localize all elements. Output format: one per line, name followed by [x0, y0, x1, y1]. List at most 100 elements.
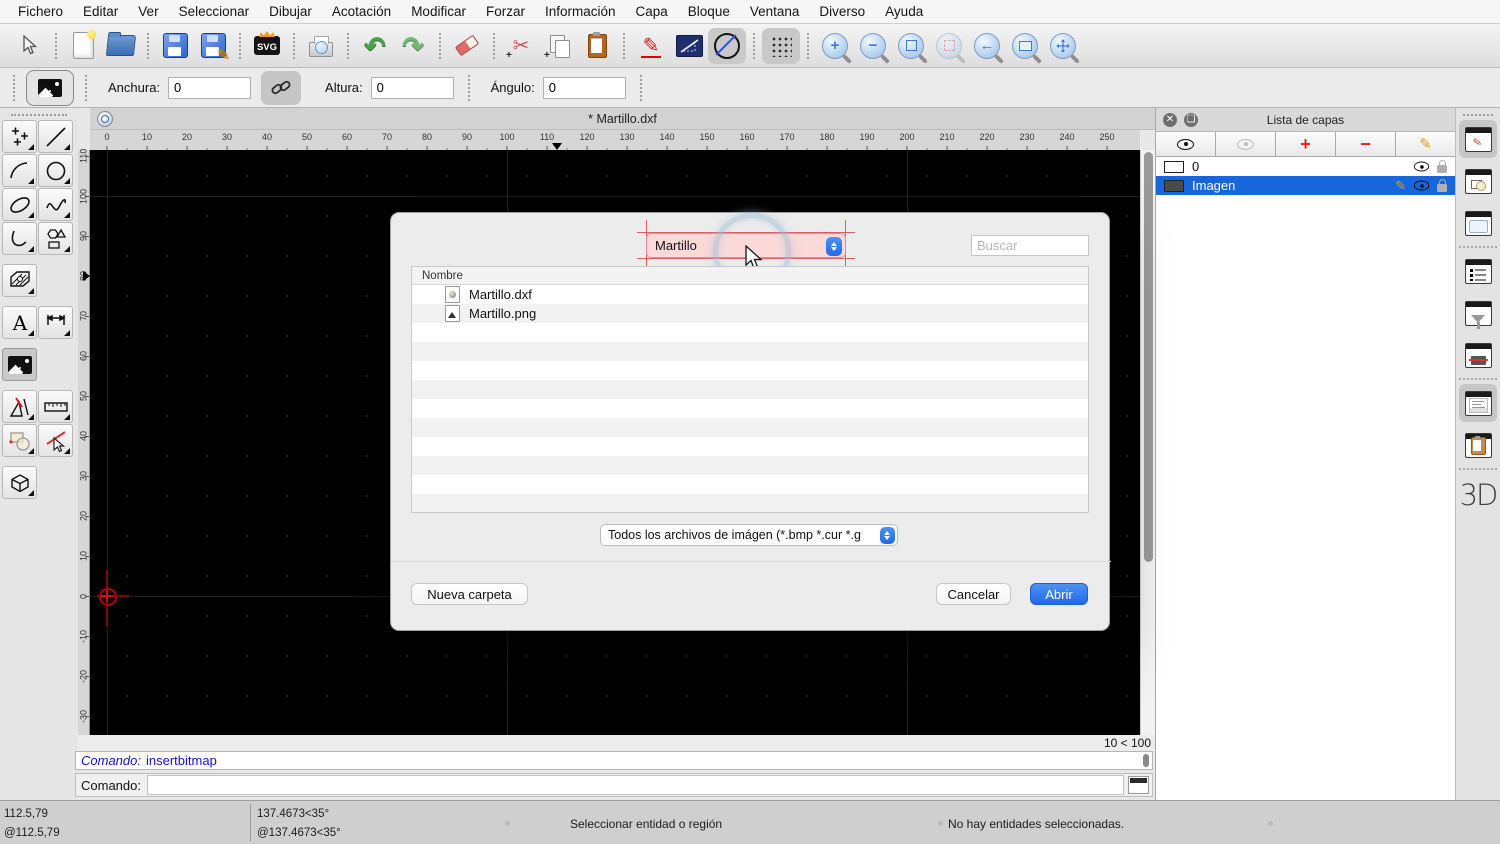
file-list[interactable]: Nombre Martillo.dxfMartillo.png — [411, 266, 1089, 513]
insert-image-tool-button[interactable] — [26, 70, 74, 106]
dock-library-browser-button[interactable] — [1459, 204, 1497, 242]
measure-tool-button[interactable] — [38, 390, 73, 423]
filter-stepper-icon[interactable] — [880, 527, 895, 544]
document-titlebar[interactable]: * Martillo.dxf — [90, 108, 1155, 130]
menu-item-seleccionar[interactable]: Seleccionar — [169, 4, 260, 19]
zoom-in-button[interactable]: + — [816, 28, 854, 64]
search-input[interactable] — [971, 235, 1089, 256]
combo-stepper-icon[interactable] — [826, 237, 842, 256]
layer-edit-icon[interactable]: ✎ — [1395, 178, 1406, 194]
spline-tool-button[interactable] — [38, 188, 73, 221]
undo-button[interactable]: ↶ — [356, 28, 394, 64]
polygon-tool-button[interactable] — [38, 222, 73, 255]
palette-handle[interactable] — [11, 114, 67, 116]
solid-3d-tool-button[interactable] — [2, 466, 37, 499]
layer-lock-icon[interactable] — [1437, 184, 1447, 192]
scale-button[interactable] — [670, 28, 708, 64]
select-cursor-button[interactable] — [10, 28, 48, 64]
menu-item-dibujar[interactable]: Dibujar — [259, 4, 322, 19]
redo-button[interactable]: ↷ — [394, 28, 432, 64]
menu-item-acotacion[interactable]: Acotación — [322, 4, 401, 19]
menu-item-fichero[interactable]: Fichero — [8, 4, 73, 19]
polyline-tool-button[interactable] — [2, 222, 37, 255]
command-history[interactable]: Comando: insertbitmap — [75, 751, 1153, 770]
altura-input[interactable] — [371, 77, 454, 99]
file-list-header[interactable]: Nombre — [412, 267, 1088, 285]
menu-item-capa[interactable]: Capa — [626, 4, 678, 19]
keep-aspect-ratio-button[interactable] — [261, 71, 301, 105]
export-svg-button[interactable]: SVG — [248, 28, 286, 64]
add-layer-button[interactable]: + — [1276, 132, 1336, 156]
hatch-tool-button[interactable] — [2, 264, 37, 297]
zoom-pan-button[interactable] — [1044, 28, 1082, 64]
circle-tool-button[interactable] — [38, 154, 73, 187]
cut-button[interactable]: ✂+ — [502, 28, 540, 64]
anchura-input[interactable] — [168, 77, 251, 99]
detach-command-window-icon[interactable] — [1128, 776, 1149, 794]
dock-layer-list-button[interactable]: ✎ — [1459, 120, 1497, 158]
save-as-button[interactable]: ✎ — [194, 28, 232, 64]
new-folder-button[interactable]: Nueva carpeta — [411, 583, 528, 605]
layer-visible-icon[interactable] — [1414, 162, 1429, 172]
file-row[interactable]: Martillo.dxf — [412, 285, 1088, 304]
modify-tool-button[interactable] — [2, 390, 37, 423]
file-row[interactable]: Martillo.png — [412, 304, 1088, 323]
dock-command-widget-button[interactable] — [1459, 384, 1497, 422]
menu-item-editar[interactable]: Editar — [73, 4, 128, 19]
dimension-tool-button[interactable] — [38, 306, 73, 339]
text-tool-button[interactable]: A — [2, 306, 37, 339]
draw-order-button[interactable]: ✎ — [632, 28, 670, 64]
history-scrollbar-thumb[interactable] — [1143, 754, 1149, 767]
layer-row-0[interactable]: 0 — [1156, 157, 1455, 176]
menu-item-ver[interactable]: Ver — [128, 4, 168, 19]
dock-block-list-button[interactable] — [1459, 162, 1497, 200]
zoom-window-button[interactable] — [1006, 28, 1044, 64]
block-tool-button[interactable] — [2, 424, 37, 457]
zoom-out-button[interactable]: − — [854, 28, 892, 64]
menu-item-ventana[interactable]: Ventana — [740, 4, 810, 19]
layer-row-imagen[interactable]: Imagen ✎ — [1156, 176, 1455, 195]
angulo-input[interactable] — [543, 77, 626, 99]
dock-entity-list-button[interactable] — [1459, 252, 1497, 290]
file-type-filter[interactable]: Todos los archivos de imágen (*.bmp *.cu… — [600, 524, 898, 546]
menu-item-bloque[interactable]: Bloque — [678, 4, 740, 19]
line-tool-button[interactable] — [38, 120, 73, 153]
menu-item-ayuda[interactable]: Ayuda — [875, 4, 933, 19]
copy-button[interactable]: + — [540, 28, 578, 64]
canvas-vertical-scrollbar[interactable] — [1140, 150, 1155, 735]
show-all-layers-button[interactable] — [1156, 132, 1216, 156]
eraser-button[interactable] — [448, 28, 486, 64]
edit-layer-button[interactable]: ✎ — [1396, 132, 1455, 156]
menu-item-modificar[interactable]: Modificar — [401, 4, 476, 19]
points-tool-button[interactable] — [2, 120, 37, 153]
open-file-button[interactable] — [102, 28, 140, 64]
select-tool-button[interactable] — [38, 424, 73, 457]
open-button[interactable]: Abrir — [1030, 583, 1088, 605]
image-tool-button[interactable] — [2, 348, 37, 381]
dock-plot-preview-button[interactable] — [1459, 336, 1497, 374]
menu-item-diverso[interactable]: Diverso — [809, 4, 875, 19]
cancel-button[interactable]: Cancelar — [936, 583, 1011, 605]
layer-lock-icon[interactable] — [1437, 165, 1447, 173]
scrollbar-thumb[interactable] — [1144, 152, 1153, 562]
hide-all-layers-button[interactable] — [1216, 132, 1276, 156]
snap-grid-button[interactable] — [762, 28, 800, 64]
ellipse-tool-button[interactable] — [2, 188, 37, 221]
dock-handle[interactable] — [1463, 114, 1493, 116]
arc-tool-button[interactable] — [2, 154, 37, 187]
paste-button[interactable] — [578, 28, 616, 64]
zoom-auto-button[interactable] — [892, 28, 930, 64]
dock-clipboard-button[interactable] — [1459, 426, 1497, 464]
zoom-previous-button[interactable] — [930, 28, 968, 64]
zoom-redraw-button[interactable]: ← — [968, 28, 1006, 64]
command-input[interactable] — [147, 775, 1124, 795]
remove-layer-button[interactable]: − — [1336, 132, 1396, 156]
save-button[interactable] — [156, 28, 194, 64]
menu-item-informacion[interactable]: Información — [535, 4, 626, 19]
modify-circle-button[interactable] — [708, 28, 746, 64]
new-document-button[interactable] — [64, 28, 102, 64]
dock-3d-label[interactable]: 3D — [1456, 478, 1500, 512]
print-preview-button[interactable] — [302, 28, 340, 64]
menu-item-forzar[interactable]: Forzar — [476, 4, 535, 19]
layer-visible-icon[interactable] — [1414, 181, 1429, 191]
